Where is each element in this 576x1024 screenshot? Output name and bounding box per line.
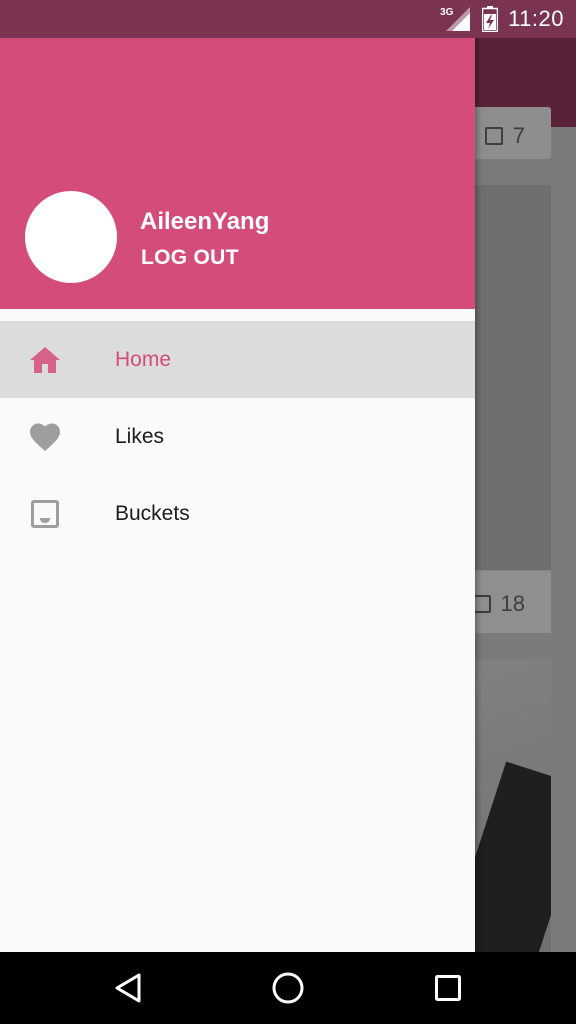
clock: 11:20 [508, 6, 564, 31]
signal-icon: 3G [440, 5, 472, 33]
background-card-count: 7 [512, 123, 525, 148]
menu-item-buckets[interactable]: Buckets [0, 475, 475, 552]
battery-charging-icon [481, 6, 499, 33]
menu-item-label: Likes [115, 424, 165, 448]
heart-icon [28, 420, 62, 454]
inbox-icon [472, 595, 491, 613]
background-card-count: 18 [500, 591, 525, 616]
back-icon[interactable] [106, 966, 150, 1010]
background-card-stat: 18 [472, 591, 525, 617]
inbox-icon [484, 127, 503, 145]
inbox-icon [28, 497, 62, 531]
drawer-header: AileenYang LOG OUT [0, 38, 475, 309]
menu-item-label: Buckets [115, 501, 190, 525]
system-nav-bar [0, 952, 576, 1024]
screen: 7 18 3G 11:20 AileenYang LOG OUT Home Li… [0, 0, 576, 1024]
avatar[interactable] [25, 191, 117, 283]
user-name: AileenYang [140, 208, 270, 235]
menu-item-home[interactable]: Home [0, 321, 475, 398]
recents-icon[interactable] [426, 966, 470, 1010]
menu-item-likes[interactable]: Likes [0, 398, 475, 475]
status-icons: 3G 11:20 [440, 0, 564, 38]
menu-item-label: Home [115, 347, 172, 371]
home-icon [28, 343, 62, 377]
background-card-stat: 7 [484, 123, 525, 149]
logout-button[interactable]: LOG OUT [141, 246, 239, 270]
network-type-label: 3G [440, 7, 454, 18]
home-circle-icon[interactable] [266, 966, 310, 1010]
status-bar: 3G 11:20 [0, 0, 576, 38]
drawer-menu: Home Likes Buckets [0, 321, 475, 552]
navigation-drawer: AileenYang LOG OUT Home Likes Buckets [0, 0, 475, 952]
